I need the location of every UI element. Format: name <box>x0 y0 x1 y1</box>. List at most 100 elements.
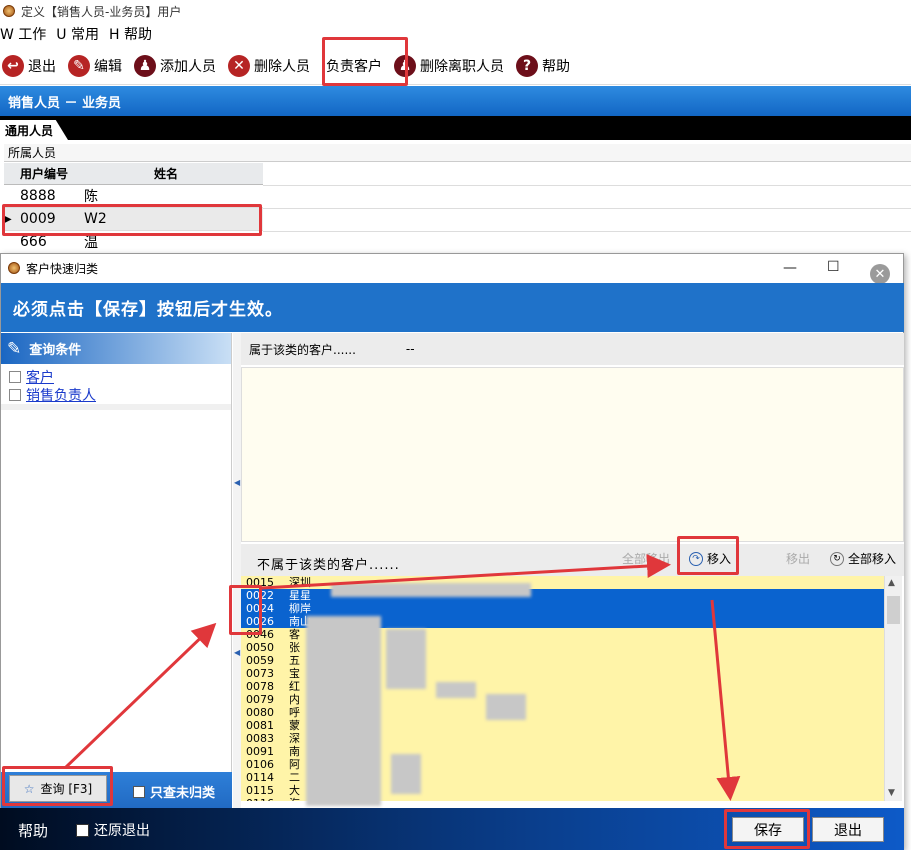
redaction <box>306 616 381 806</box>
group-label: 所属人员 <box>4 144 911 162</box>
add-user-icon: ♟ <box>134 54 156 77</box>
customer-name: 柳岸 <box>289 602 311 615</box>
query-conditions-header: ✎ 查询条件 <box>1 333 231 364</box>
dialog-titlebar: 客户快速归类 — ☐ <box>1 254 903 282</box>
divider <box>263 208 911 209</box>
window-titlebar: 定义【销售人员-业务员】用户 <box>0 0 911 22</box>
customer-code: 0078 <box>246 680 274 693</box>
responsible-customer-button[interactable]: 负责客户 <box>326 56 382 76</box>
customer-code: 0050 <box>246 641 274 654</box>
footer-help-link[interactable]: 帮助 <box>18 820 48 841</box>
chevron-left-icon: ◀ <box>234 648 241 657</box>
customer-code: 0079 <box>246 693 274 706</box>
dialog-title: 客户快速归类 <box>26 261 99 276</box>
customer-code: 0046 <box>246 628 274 641</box>
table-row[interactable]: 666 温 <box>4 231 263 254</box>
scroll-thumb[interactable] <box>887 596 900 624</box>
user-remove-icon: ♟ <box>394 54 416 77</box>
customer-code: 0115 <box>246 784 274 797</box>
divider <box>263 231 911 232</box>
list-item[interactable]: 0024 柳岸 <box>241 602 884 615</box>
add-member-button[interactable]: ♟ 添加人员 <box>134 54 216 77</box>
splitter[interactable]: ◀ ◀ <box>233 333 241 828</box>
checkbox[interactable] <box>133 785 145 798</box>
redaction <box>391 754 421 794</box>
chevron-left-icon: ◀ <box>234 478 241 487</box>
move-out-button[interactable]: 移出 <box>786 550 810 567</box>
table-row[interactable]: 8888 陈 <box>4 185 263 208</box>
delete-resigned-button[interactable]: ♟ 删除离职人员 <box>394 54 504 77</box>
question-icon: ? <box>516 54 538 77</box>
delete-member-button[interactable]: ✕ 删除人员 <box>228 54 310 77</box>
condition-customer-link[interactable]: 客户 <box>26 367 54 387</box>
window-title: 定义【销售人员-业务员】用户 <box>21 4 182 19</box>
delete-icon: ✕ <box>228 54 250 77</box>
menubar: W 工作 U 常用 H 帮助 <box>0 24 152 44</box>
column-header-id[interactable]: 用户编号 <box>16 165 80 182</box>
edit-button[interactable]: ✎ 编辑 <box>68 54 122 77</box>
menu-help[interactable]: H 帮助 <box>109 24 152 44</box>
customer-code: 0022 <box>246 589 274 602</box>
star-icon: ☆ <box>23 781 35 796</box>
chevron-down-icon[interactable]: ▼ <box>888 788 895 798</box>
customer-code: 0080 <box>246 706 274 719</box>
column-header-name[interactable]: 姓名 <box>80 165 263 182</box>
list-scrollbar[interactable]: ▲ ▼ <box>884 576 902 801</box>
pencil-icon: ✎ <box>7 338 22 359</box>
redo-icon: ↷ <box>689 551 703 566</box>
only-unclassified-checkbox[interactable]: 只查未归类 <box>133 782 215 801</box>
customer-code: 0073 <box>246 667 274 680</box>
customer-code: 0024 <box>246 602 274 615</box>
belong-list[interactable] <box>241 367 904 542</box>
restore-exit-checkbox[interactable]: 还原退出 <box>76 820 150 840</box>
move-in-button[interactable]: ↷ 移入 <box>689 550 731 567</box>
exit-button[interactable]: 退出 <box>812 817 884 842</box>
minimize-icon[interactable]: — <box>783 260 797 276</box>
condition-sales-owner[interactable]: 销售负责人 <box>1 386 231 404</box>
customer-code: 0015 <box>246 576 274 589</box>
close-icon[interactable]: ✕ <box>870 264 890 284</box>
menu-work[interactable]: W 工作 <box>0 24 46 44</box>
app-logo-icon <box>3 5 15 17</box>
redaction <box>436 682 476 698</box>
customer-code: 0114 <box>246 771 274 784</box>
toolbar: ↩ 退出 ✎ 编辑 ♟ 添加人员 ✕ 删除人员 负责客户 ♟ 删除离职人员 ? … <box>0 47 911 85</box>
exit-icon: ↩ <box>2 54 24 77</box>
checkbox[interactable] <box>76 823 89 837</box>
redaction <box>386 629 426 689</box>
customer-code: 0059 <box>246 654 274 667</box>
pencil-icon: ✎ <box>68 54 90 77</box>
condition-sales-owner-link[interactable]: 销售负责人 <box>26 385 96 405</box>
customer-code: 0026 <box>246 615 274 628</box>
customer-classify-dialog: 客户快速归类 — ☐ ✕ 必须点击【保存】按钮后才生效。 ✎ 查询条件 客户 销… <box>0 253 904 850</box>
belong-header: 属于该类的客户...... -- <box>241 333 904 365</box>
table-header: 用户编号 姓名 <box>4 163 263 185</box>
app-logo-icon <box>8 262 20 274</box>
save-button[interactable]: 保存 <box>732 817 804 842</box>
maximize-icon[interactable]: ☐ <box>827 259 840 275</box>
table-row-selected[interactable]: ▶ 0009 W2 <box>4 208 263 231</box>
menu-common[interactable]: U 常用 <box>56 24 99 44</box>
tab-general-members[interactable]: 通用人员 <box>0 120 68 140</box>
divider <box>263 185 911 186</box>
exit-button[interactable]: ↩ 退出 <box>2 54 56 77</box>
section-title: 销售人员 － 业务员 <box>0 86 911 116</box>
row-pointer-icon: ▶ <box>4 213 12 225</box>
checkbox[interactable] <box>9 371 21 383</box>
condition-customer[interactable]: 客户 <box>1 368 231 386</box>
redaction <box>331 583 531 597</box>
move-all-in-button[interactable]: ↻ 全部移入 <box>830 550 896 567</box>
notice-banner: 必须点击【保存】按钮后才生效。 <box>1 283 904 332</box>
not-belong-toolbar: 不属于该类的客户...... 全部移出 ↷ 移入 移出 ↻ 全部移入 <box>241 544 904 576</box>
customer-code: 0081 <box>246 719 274 732</box>
checkbox[interactable] <box>9 389 21 401</box>
query-button[interactable]: ☆ 查询 [F3] <box>9 775 107 802</box>
move-all-out-button[interactable]: 全部移出 <box>622 550 670 567</box>
refresh-icon: ↻ <box>830 551 844 566</box>
redaction <box>486 694 526 720</box>
member-table: 用户编号 姓名 8888 陈 ▶ 0009 W2 666 温 <box>4 163 263 254</box>
help-button[interactable]: ? 帮助 <box>516 54 570 77</box>
customer-code: 0083 <box>246 732 274 745</box>
customer-code: 0106 <box>246 758 274 771</box>
chevron-up-icon[interactable]: ▲ <box>888 578 895 588</box>
